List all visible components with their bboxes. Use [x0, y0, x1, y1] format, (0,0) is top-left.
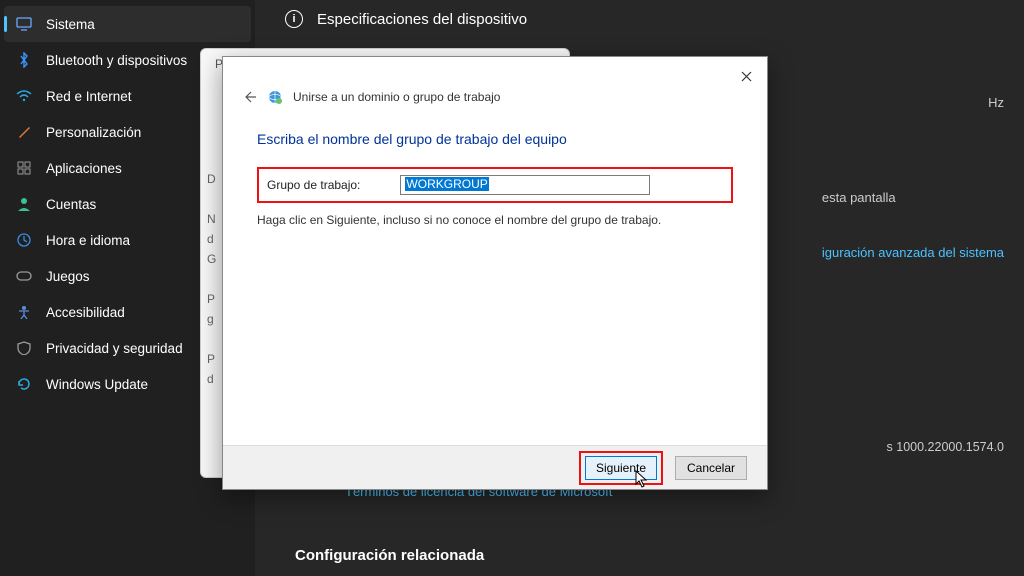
- advanced-system-link[interactable]: iguración avanzada del sistema: [822, 245, 1004, 260]
- info-icon: i: [285, 10, 303, 28]
- next-button[interactable]: Siguiente: [585, 456, 657, 480]
- wizard-footer: Siguiente Cancelar: [223, 445, 767, 489]
- sidebar-item-label: Cuentas: [46, 197, 96, 212]
- sidebar-item-label: Aplicaciones: [46, 161, 122, 176]
- back-arrow-icon[interactable]: [241, 89, 257, 105]
- related-config-header: Configuración relacionada: [295, 547, 484, 564]
- cancel-button[interactable]: Cancelar: [675, 456, 747, 480]
- sidebar-item-label: Hora e idioma: [46, 233, 130, 248]
- bluetooth-icon: [16, 52, 32, 68]
- wizard-title: Escriba el nombre del grupo de trabajo d…: [257, 131, 733, 147]
- update-icon: [16, 376, 32, 392]
- wizard-hint: Haga clic en Siguiente, incluso si no co…: [257, 213, 733, 227]
- sysprops-body-fragment: D N d G P g P d: [207, 169, 216, 389]
- device-spec-row[interactable]: i Especificaciones del dispositivo: [255, 0, 1024, 38]
- sidebar-item-label: Juegos: [46, 269, 90, 284]
- workgroup-label: Grupo de trabajo:: [267, 178, 360, 192]
- monitor-icon: [16, 16, 32, 32]
- shield-icon: [16, 340, 32, 356]
- sidebar-item-label: Sistema: [46, 17, 95, 32]
- network-globe-icon: [267, 89, 283, 105]
- workgroup-field-highlight: Grupo de trabajo: WORKGROUP: [257, 167, 733, 203]
- copy-link-partial: esta pantalla: [822, 190, 1004, 205]
- accessibility-icon: [16, 304, 32, 320]
- sidebar-item-label: Red e Internet: [46, 89, 132, 104]
- sidebar-item-label: Bluetooth y dispositivos: [46, 53, 187, 68]
- clock-icon: [16, 232, 32, 248]
- brush-icon: [16, 124, 32, 140]
- next-button-highlight: Siguiente: [579, 451, 663, 485]
- sidebar-item-label: Accesibilidad: [46, 305, 125, 320]
- wizard-breadcrumb: Unirse a un dominio o grupo de trabajo: [293, 90, 500, 104]
- workgroup-input[interactable]: WORKGROUP: [400, 175, 650, 195]
- build-number: s 1000.22000.1574.0: [887, 440, 1004, 454]
- person-icon: [16, 196, 32, 212]
- wifi-icon: [16, 88, 32, 104]
- gamepad-icon: [16, 268, 32, 284]
- sidebar-item-label: Privacidad y seguridad: [46, 341, 183, 356]
- close-button[interactable]: [735, 65, 757, 87]
- cpu-hz: Hz: [988, 95, 1004, 110]
- grid-icon: [16, 160, 32, 176]
- workgroup-input-value: WORKGROUP: [405, 177, 488, 191]
- sidebar-item-sistema[interactable]: Sistema: [4, 6, 251, 42]
- join-domain-wizard: Unirse a un dominio o grupo de trabajo E…: [222, 56, 768, 490]
- device-spec-label: Especificaciones del dispositivo: [317, 11, 527, 28]
- sidebar-item-label: Windows Update: [46, 377, 148, 392]
- sidebar-item-label: Personalización: [46, 125, 141, 140]
